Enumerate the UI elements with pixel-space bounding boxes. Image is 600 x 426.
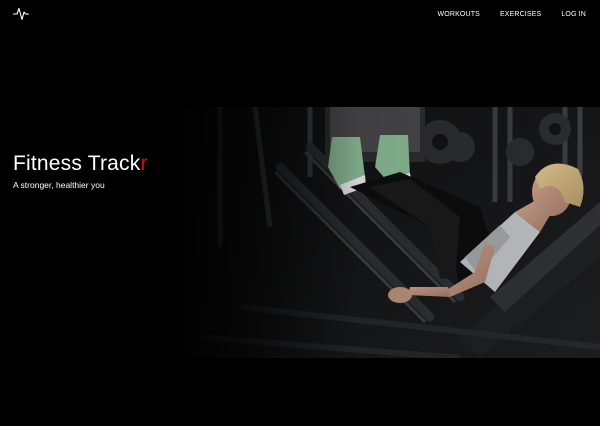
nav-link-exercises[interactable]: EXERCISES xyxy=(500,11,541,18)
home-link[interactable] xyxy=(13,7,29,21)
pulse-icon xyxy=(13,7,29,21)
nav-links: WORKOUTS EXERCISES LOG IN xyxy=(418,11,586,18)
hero-image xyxy=(160,107,600,358)
hero-title: Fitness Trackr xyxy=(13,152,148,176)
navbar: WORKOUTS EXERCISES LOG IN xyxy=(0,0,600,28)
nav-link-login[interactable]: LOG IN xyxy=(561,11,586,18)
page: WORKOUTS EXERCISES LOG IN Fitness Trackr… xyxy=(0,0,600,426)
hero-text: Fitness Trackr A stronger, healthier you xyxy=(13,152,148,190)
hero-subtitle: A stronger, healthier you xyxy=(13,180,105,190)
hero-title-main: Fitness Track xyxy=(13,152,141,175)
hero-title-accent: r xyxy=(140,152,148,175)
nav-link-workouts[interactable]: WORKOUTS xyxy=(438,11,480,18)
